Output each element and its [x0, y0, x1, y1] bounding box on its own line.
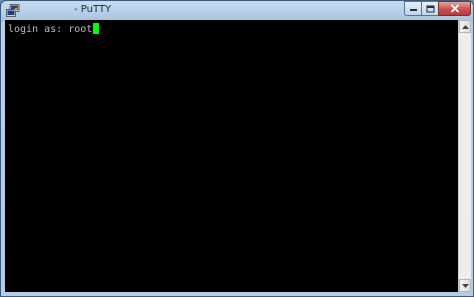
scroll-track[interactable] [459, 33, 471, 279]
minimize-icon [409, 8, 417, 11]
scroll-down-button[interactable] [459, 279, 471, 292]
title-bar[interactable]: - PuTTY [1, 1, 473, 19]
scroll-up-button[interactable] [459, 20, 471, 33]
window-controls [404, 1, 471, 17]
close-icon [450, 4, 459, 13]
putty-icon[interactable] [6, 3, 20, 17]
terminal-screen[interactable]: login as: root [5, 20, 458, 292]
login-prompt-text: login as: root [8, 24, 93, 35]
vertical-scrollbar[interactable] [458, 20, 471, 292]
scroll-up-arrow-icon [461, 24, 469, 29]
putty-window: - PuTTY login as: root [0, 0, 474, 297]
maximize-icon [426, 5, 434, 12]
close-button[interactable] [438, 1, 471, 16]
maximize-button[interactable] [421, 1, 438, 16]
terminal-line: login as: root [8, 23, 100, 36]
minimize-button[interactable] [404, 1, 421, 16]
terminal-cursor [93, 23, 100, 34]
scroll-down-arrow-icon [461, 283, 469, 288]
window-title: - PuTTY [74, 4, 112, 15]
